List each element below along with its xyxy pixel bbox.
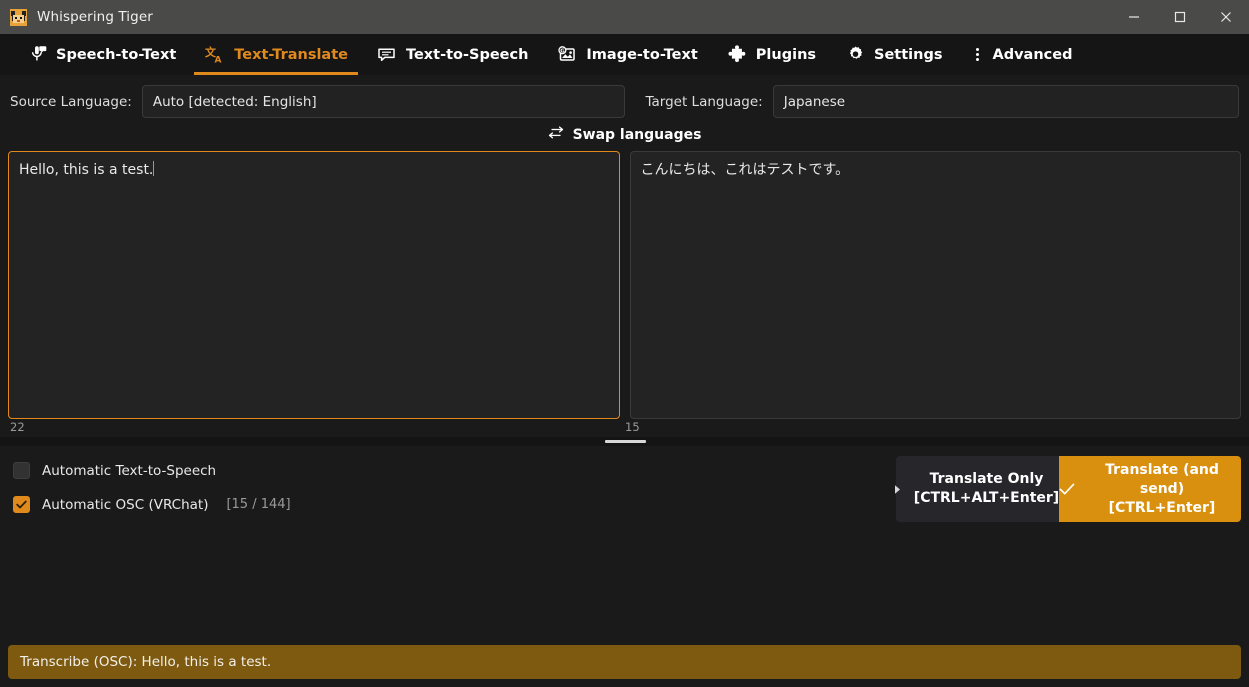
automatic-osc-counter: [15 / 144] <box>226 497 290 512</box>
translate-and-send-button[interactable]: Translate (and send) [CTRL+Enter] <box>1059 456 1241 522</box>
source-char-count: 22 <box>8 420 25 437</box>
tab-text-to-speech[interactable]: Text-to-Speech <box>362 34 542 75</box>
speech-bubble-icon <box>376 44 398 66</box>
maximize-icon[interactable] <box>1157 0 1203 34</box>
tab-advanced[interactable]: Advanced <box>956 34 1086 75</box>
source-language-label: Source Language: <box>10 94 142 110</box>
vertical-dots-icon <box>970 48 984 61</box>
swap-row: Swap languages <box>0 118 1249 151</box>
translate-only-line1: Translate Only <box>930 471 1044 487</box>
play-triangle-icon <box>890 484 906 495</box>
target-language-group: Target Language: Japanese <box>625 85 1240 118</box>
translate-and-send-line1: Translate (and send) <box>1105 462 1219 497</box>
swap-languages-button[interactable]: Swap languages <box>548 126 702 144</box>
status-bar: Transcribe (OSC): Hello, this is a test. <box>8 645 1241 679</box>
character-counters: 22 15 <box>0 419 1249 437</box>
target-text-value: こんにちは、これはテストです。 <box>641 160 1231 180</box>
source-text-content: Hello, this is a test. <box>19 160 609 180</box>
tab-label: Speech-to-Text <box>56 47 176 63</box>
title-bar-left: Whispering Tiger <box>0 9 1111 26</box>
source-text-value: Hello, this is a test. <box>19 162 153 178</box>
swap-arrows-icon <box>548 126 564 144</box>
main-tab-bar: Speech-to-Text 文 A Text-Translate Text-t… <box>0 34 1249 75</box>
tab-text-translate[interactable]: 文 A Text-Translate <box>190 34 362 75</box>
swap-languages-label: Swap languages <box>573 127 702 143</box>
options-and-actions-row: Automatic Text-to-Speech Automatic OSC (… <box>0 446 1249 522</box>
target-text-area[interactable]: こんにちは、これはテストです。 <box>630 151 1242 419</box>
tab-label: Advanced <box>992 47 1072 63</box>
status-message: Transcribe (OSC): Hello, this is a test. <box>20 654 271 670</box>
splitter-handle[interactable] <box>605 440 646 443</box>
options-group: Automatic Text-to-Speech Automatic OSC (… <box>8 456 896 513</box>
gear-icon <box>844 44 866 66</box>
app-window: Whispering Tiger S <box>0 0 1249 687</box>
tab-settings[interactable]: Settings <box>830 34 956 75</box>
translate-icon: 文 A <box>204 44 226 66</box>
svg-text:G: G <box>561 48 566 54</box>
source-language-input[interactable]: Auto [detected: English] <box>142 85 625 118</box>
checkmark-icon <box>1059 482 1075 496</box>
translate-only-line2: [CTRL+ALT+Enter] <box>914 490 1059 506</box>
tab-label: Plugins <box>756 47 816 63</box>
target-language-input[interactable]: Japanese <box>773 85 1239 118</box>
option-automatic-tts[interactable]: Automatic Text-to-Speech <box>13 462 896 479</box>
target-language-label: Target Language: <box>634 94 773 110</box>
automatic-tts-checkbox[interactable] <box>13 462 30 479</box>
image-text-icon: G <box>556 44 578 66</box>
tab-label: Image-to-Text <box>586 47 697 63</box>
tab-label: Settings <box>874 47 942 63</box>
translate-only-label: Translate Only [CTRL+ALT+Enter] <box>914 470 1059 508</box>
text-caret <box>153 161 154 176</box>
puzzle-piece-icon <box>726 44 748 66</box>
content-spacer <box>0 522 1249 645</box>
translate-only-button[interactable]: Translate Only [CTRL+ALT+Enter] <box>896 456 1059 522</box>
automatic-osc-checkbox[interactable] <box>13 496 30 513</box>
target-char-count: 15 <box>625 420 640 434</box>
source-language-group: Source Language: Auto [detected: English… <box>10 85 625 118</box>
title-bar: Whispering Tiger <box>0 0 1249 34</box>
translate-and-send-line2: [CTRL+Enter] <box>1109 500 1216 516</box>
language-row: Source Language: Auto [detected: English… <box>0 75 1249 118</box>
microphone-bubble-icon <box>26 44 48 66</box>
close-icon[interactable] <box>1203 0 1249 34</box>
minimize-icon[interactable] <box>1111 0 1157 34</box>
tab-image-to-text[interactable]: G Image-to-Text <box>542 34 711 75</box>
svg-text:A: A <box>215 55 222 65</box>
editor-panes: Hello, this is a test. こんにちは、これはテストです。 <box>0 151 1249 419</box>
window-controls <box>1111 0 1249 34</box>
automatic-osc-label: Automatic OSC (VRChat) <box>42 497 208 513</box>
action-buttons: Translate Only [CTRL+ALT+Enter] Translat… <box>896 456 1241 522</box>
source-text-area[interactable]: Hello, this is a test. <box>8 151 620 419</box>
option-automatic-osc[interactable]: Automatic OSC (VRChat) [15 / 144] <box>13 496 896 513</box>
tab-label: Text-to-Speech <box>406 47 528 63</box>
tab-label: Text-Translate <box>234 47 348 63</box>
tiger-app-icon <box>10 9 27 26</box>
automatic-tts-label: Automatic Text-to-Speech <box>42 463 216 479</box>
window-title: Whispering Tiger <box>37 9 153 25</box>
pane-splitter[interactable] <box>0 437 1249 446</box>
tab-plugins[interactable]: Plugins <box>712 34 830 75</box>
translate-and-send-label: Translate (and send) [CTRL+Enter] <box>1083 461 1241 518</box>
tab-speech-to-text[interactable]: Speech-to-Text <box>12 34 190 75</box>
